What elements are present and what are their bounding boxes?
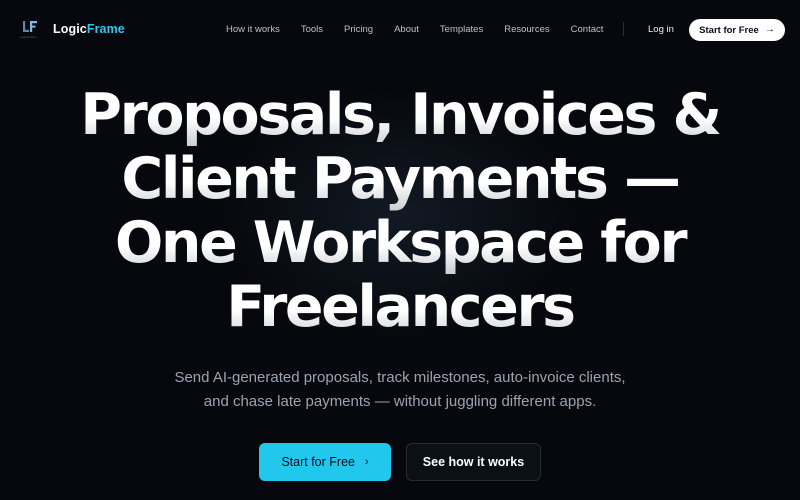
arrow-right-icon: → xyxy=(764,24,775,35)
hero-subtitle-line: and chase late payments — without juggli… xyxy=(203,393,597,410)
nav-links: How it works Tools Pricing About Templat… xyxy=(226,24,603,35)
nav-link-pricing[interactable]: Pricing xyxy=(344,24,373,35)
hero-subtitle-line: Send AI-generated proposals, track miles… xyxy=(174,369,626,386)
start-for-free-nav-label: Start for Free xyxy=(699,24,759,36)
see-how-it-works-button[interactable]: See how it works xyxy=(406,443,541,481)
start-for-free-button[interactable]: Start for Free › xyxy=(259,443,391,481)
top-navigation: LogicFrame LogicFrame How it works Tools… xyxy=(0,0,800,60)
nav-link-tools[interactable]: Tools xyxy=(301,24,323,35)
nav-divider xyxy=(623,22,624,36)
brand-name-part1: Logic xyxy=(53,22,87,36)
see-how-it-works-label: See how it works xyxy=(422,455,525,469)
landing-page: LogicFrame LogicFrame How it works Tools… xyxy=(0,0,800,500)
hero-title: Proposals, Invoices & Client Payments — … xyxy=(0,83,800,339)
login-link[interactable]: Log in xyxy=(648,24,674,35)
chevron-right-icon: › xyxy=(364,455,369,468)
nav-link-templates[interactable]: Templates xyxy=(440,24,483,35)
hero-title-line: One Workspace for xyxy=(0,211,800,275)
start-for-free-nav-button[interactable]: Start for Free → xyxy=(689,19,785,41)
hero-subtitle: Send AI-generated proposals, track miles… xyxy=(0,366,800,414)
brand-name: LogicFrame xyxy=(53,22,125,36)
start-for-free-label: Start for Free xyxy=(281,455,355,469)
logo-mark-icon: LogicFrame xyxy=(20,20,38,39)
nav-link-resources[interactable]: Resources xyxy=(504,24,549,35)
nav-link-about[interactable]: About xyxy=(394,24,419,35)
hero-title-line: Freelancers xyxy=(0,275,800,339)
nav-link-contact[interactable]: Contact xyxy=(571,24,604,35)
hero-title-line: Proposals, Invoices & xyxy=(0,83,800,147)
logo-tagline: LogicFrame xyxy=(20,35,37,39)
brand-logo[interactable]: LogicFrame LogicFrame xyxy=(20,20,125,39)
hero-title-line: Client Payments — xyxy=(0,147,800,211)
brand-name-part2: Frame xyxy=(86,22,125,36)
nav-link-how-it-works[interactable]: How it works xyxy=(226,24,280,35)
